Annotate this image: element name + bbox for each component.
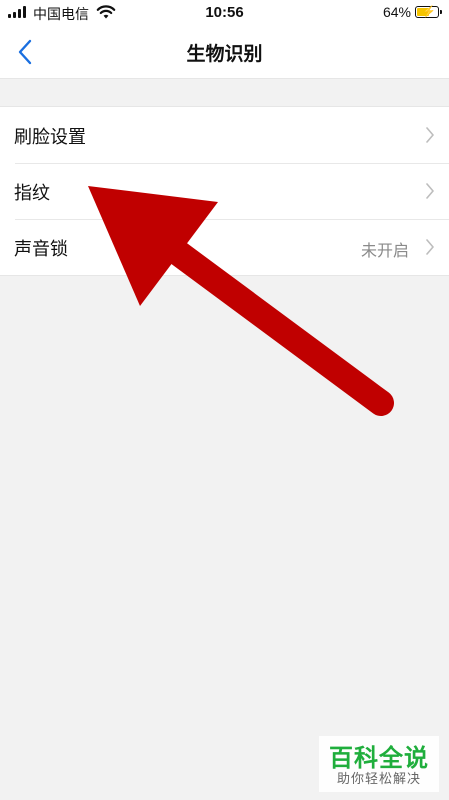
navigation-bar: 生物识别 bbox=[0, 26, 449, 79]
settings-item-label: 声音锁 bbox=[14, 239, 68, 260]
settings-item-face-recognition[interactable]: 刷脸设置 bbox=[0, 107, 449, 163]
settings-item-fingerprint[interactable]: 指纹 bbox=[0, 163, 449, 219]
status-time: 10:56 bbox=[205, 4, 244, 21]
chevron-right-icon bbox=[426, 183, 434, 199]
settings-item-label: 指纹 bbox=[14, 183, 50, 204]
settings-item-label: 刷脸设置 bbox=[14, 127, 86, 148]
status-bar: 中国电信 10:56 64% ⚡ bbox=[0, 0, 449, 26]
baike-watermark-logo: 百科全说 助你轻松解决 bbox=[319, 736, 439, 792]
charging-bolt-icon: ⚡ bbox=[422, 6, 436, 18]
settings-item-voice-lock[interactable]: 声音锁 未开启 bbox=[0, 219, 449, 275]
battery-percent: 64% bbox=[382, 4, 411, 20]
page-title: 生物识别 bbox=[186, 43, 263, 65]
voice-lock-status: 未开启 bbox=[360, 241, 409, 260]
battery-icon: ⚡ bbox=[415, 6, 442, 18]
watermark-subtitle: 助你轻松解决 bbox=[336, 772, 421, 787]
chevron-right-icon bbox=[426, 127, 434, 143]
chevron-right-icon bbox=[426, 239, 434, 255]
biometric-settings-list: 刷脸设置 指纹 声音锁 未开启 bbox=[0, 106, 449, 276]
